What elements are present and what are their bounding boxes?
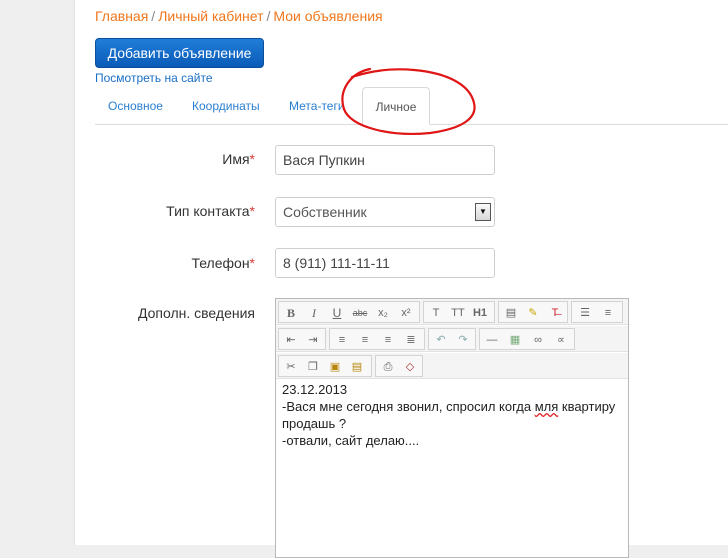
heading-icon[interactable]: H1	[470, 303, 490, 323]
source-icon[interactable]: ◇	[400, 357, 420, 377]
align-left-icon[interactable]: ≡	[332, 330, 352, 350]
rich-text-editor[interactable]: B I U abc x₂ x² T TT H1 ▤ ✎ T̶ ☰ ≡ ⇤ ⇥ ≡…	[275, 298, 629, 558]
undo-icon[interactable]: ↶	[431, 330, 451, 350]
phone-label-text: Телефон	[191, 255, 250, 271]
align-center-icon[interactable]: ≡	[355, 330, 375, 350]
bold-icon[interactable]: B	[281, 303, 301, 323]
phone-label: Телефон*	[75, 255, 255, 271]
breadcrumb-sep: /	[151, 8, 156, 24]
copy-icon[interactable]: ❐	[303, 357, 323, 377]
misspelled-word: мля	[534, 399, 559, 414]
editor-line: -отвали, сайт делаю....	[282, 433, 420, 448]
name-label: Имя*	[75, 151, 255, 167]
link-icon[interactable]: ∞	[528, 330, 548, 350]
chevron-down-icon[interactable]: ▼	[475, 203, 491, 221]
toolbar-group-misc: ⎙ ◇	[375, 355, 423, 377]
toolbar-group-insert: — ▦ ∞ ∝	[479, 328, 575, 350]
outdent-icon[interactable]: ⇤	[281, 330, 301, 350]
required-mark: *	[249, 151, 255, 167]
breadcrumb: Главная / Личный кабинет / Мои объявления	[95, 8, 383, 24]
underline-icon[interactable]: U	[327, 303, 347, 323]
name-field[interactable]: Вася Пупкин	[275, 145, 495, 175]
toolbar-group-color: ▤ ✎ T̶	[498, 301, 568, 323]
paste-text-icon[interactable]: ▤	[347, 357, 367, 377]
breadcrumb-sep: /	[266, 8, 271, 24]
tab-main[interactable]: Основное	[108, 99, 163, 113]
paste-icon[interactable]: ▣	[325, 357, 345, 377]
subscript-icon[interactable]: x₂	[373, 303, 393, 323]
annotation-circle	[341, 67, 476, 135]
cut-icon[interactable]: ✂	[281, 357, 301, 377]
toolbar-group-clipboard: ✂ ❐ ▣ ▤	[278, 355, 372, 377]
toolbar-group-lists: ☰ ≡	[571, 301, 623, 323]
contact-type-value: Собственник	[283, 204, 367, 220]
color-icon[interactable]: ▤	[501, 303, 521, 323]
superscript-icon[interactable]: x²	[396, 303, 416, 323]
redo-icon[interactable]: ↷	[453, 330, 473, 350]
editor-toolbar-row3: ✂ ❐ ▣ ▤ ⎙ ◇	[276, 353, 628, 379]
name-label-text: Имя	[222, 151, 250, 167]
editor-toolbar-row1: B I U abc x₂ x² T TT H1 ▤ ✎ T̶ ☰ ≡	[276, 299, 628, 325]
tab-coordinates[interactable]: Координаты	[192, 99, 260, 113]
breadcrumb-home[interactable]: Главная	[95, 8, 148, 24]
font-icon[interactable]: T	[426, 303, 446, 323]
align-right-icon[interactable]: ≡	[378, 330, 398, 350]
toolbar-group-basic: B I U abc x₂ x²	[278, 301, 420, 323]
breadcrumb-cabinet[interactable]: Личный кабинет	[158, 8, 263, 24]
required-mark: *	[249, 255, 255, 271]
font-size-icon[interactable]: TT	[448, 303, 468, 323]
editor-line: 23.12.2013	[282, 382, 348, 397]
editor-text: -Вася мне сегодня звонил, спросил когда	[282, 399, 535, 414]
phone-field[interactable]: 8 (911) 111-11-11	[275, 248, 495, 278]
editor-line: -Вася мне сегодня звонил, спросил когда …	[282, 398, 622, 415]
editor-content[interactable]: 23.12.2013 -Вася мне сегодня звонил, спр…	[282, 381, 622, 449]
breadcrumb-ads[interactable]: Мои объявления	[273, 8, 382, 24]
editor-toolbar-row2: ⇤ ⇥ ≡ ≡ ≡ ≣ ↶ ↷ — ▦ ∞ ∝	[276, 326, 628, 352]
editor-text: квартиру	[558, 399, 616, 414]
hr-icon[interactable]: —	[482, 330, 502, 350]
numbered-list-icon[interactable]: ≡	[598, 303, 618, 323]
toolbar-group-font: T TT H1	[423, 301, 495, 323]
editor-line: продашь ?	[282, 416, 347, 431]
contact-type-select[interactable]: Собственник ▼	[275, 197, 495, 227]
toolbar-group-indent: ⇤ ⇥	[278, 328, 326, 350]
highlight-icon[interactable]: ✎	[523, 303, 543, 323]
contact-type-label: Тип контакта*	[75, 203, 255, 219]
add-ad-button[interactable]: Добавить объявление	[95, 38, 264, 68]
indent-icon[interactable]: ⇥	[303, 330, 323, 350]
view-on-site-link[interactable]: Посмотреть на сайте	[95, 71, 213, 85]
required-mark: *	[249, 203, 255, 219]
bullet-list-icon[interactable]: ☰	[575, 303, 595, 323]
print-icon[interactable]: ⎙	[378, 357, 398, 377]
italic-icon[interactable]: I	[304, 303, 324, 323]
contact-type-label-text: Тип контакта	[166, 203, 250, 219]
clear-format-icon[interactable]: T̶	[545, 303, 565, 323]
toolbar-group-align: ≡ ≡ ≡ ≣	[329, 328, 425, 350]
strike-icon[interactable]: abc	[350, 303, 370, 323]
unlink-icon[interactable]: ∝	[551, 330, 571, 350]
align-justify-icon[interactable]: ≣	[401, 330, 421, 350]
toolbar-group-history: ↶ ↷	[428, 328, 476, 350]
extra-info-label: Дополн. сведения	[137, 305, 255, 321]
table-icon[interactable]: ▦	[505, 330, 525, 350]
